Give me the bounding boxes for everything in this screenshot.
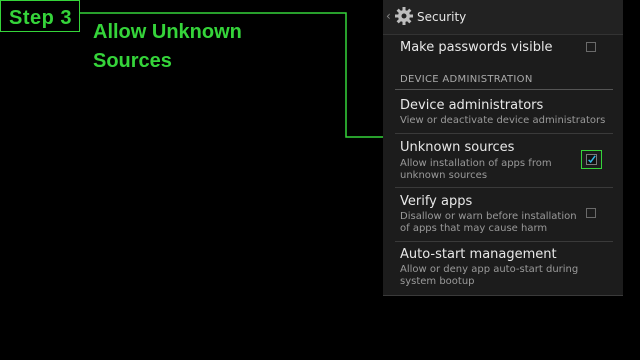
section-header: DEVICE ADMINISTRATION bbox=[400, 74, 533, 85]
setting-title: Auto-start management bbox=[400, 247, 557, 262]
setting-make-passwords-visible[interactable]: Make passwords visible bbox=[383, 34, 623, 64]
setting-title: Verify apps bbox=[400, 194, 473, 209]
setting-summary: Allow installation of apps from unknown … bbox=[400, 158, 552, 181]
setting-title: Device administrators bbox=[400, 98, 544, 113]
setting-unknown-sources[interactable]: Unknown sources Allow installation of ap… bbox=[383, 134, 623, 186]
chevron-left-icon[interactable]: ‹ bbox=[386, 9, 391, 23]
setting-title: Make passwords visible bbox=[400, 40, 553, 55]
setting-verify-apps[interactable]: Verify apps Disallow or warn before inst… bbox=[383, 188, 623, 240]
setting-title: Unknown sources bbox=[400, 140, 515, 155]
setting-device-administrators[interactable]: Device administrators View or deactivate… bbox=[383, 90, 623, 132]
unknown-sources-checkbox[interactable] bbox=[586, 154, 597, 165]
action-bar: ‹ Security bbox=[383, 0, 623, 35]
setting-summary: Allow or deny app auto-start during syst… bbox=[400, 264, 579, 287]
action-bar-title: Security bbox=[417, 10, 467, 24]
setting-summary: Disallow or warn before installation of … bbox=[400, 211, 577, 234]
verify-apps-checkbox[interactable] bbox=[586, 208, 596, 218]
security-settings-screen: ‹ Security Make passwords visible DEVICE… bbox=[383, 0, 623, 296]
setting-auto-start-management[interactable]: Auto-start management Allow or deny app … bbox=[383, 242, 623, 294]
gear-icon[interactable] bbox=[394, 6, 414, 26]
make-passwords-visible-checkbox[interactable] bbox=[586, 42, 596, 52]
setting-summary: View or deactivate device administrators bbox=[400, 115, 606, 126]
